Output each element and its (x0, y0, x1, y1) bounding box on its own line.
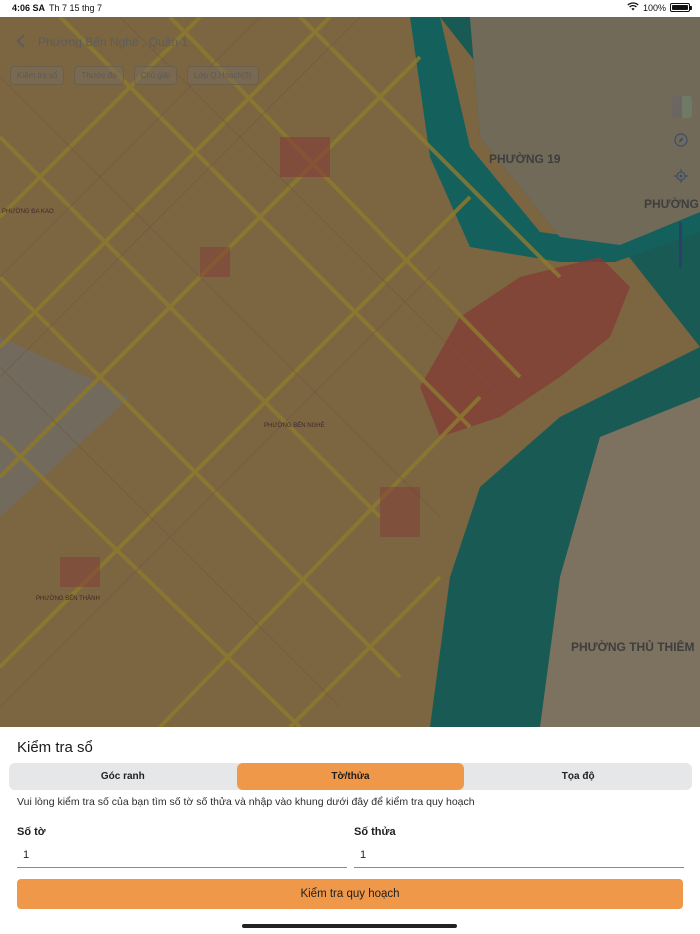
tab-goc-ranh[interactable]: Góc ranh (9, 763, 237, 790)
so-thua-input[interactable]: 1 (354, 846, 684, 868)
chip-chu-giai[interactable]: Chú giải (133, 66, 177, 85)
back-arrow-icon[interactable] (14, 33, 32, 51)
battery-percent: 100% (642, 2, 666, 13)
map-label-phuong-da-kao: PHƯỜNG ĐA KAO (2, 209, 54, 215)
so-to-input[interactable]: 1 (17, 846, 347, 868)
map-label-phuong-thu-thiem: PHƯỜNG THỦ THIÊM (571, 640, 695, 654)
chip-thuoc-do[interactable]: Thước đo (74, 66, 124, 85)
home-indicator (242, 924, 457, 928)
opacity-slider[interactable] (679, 222, 682, 268)
so-thua-label: Số thửa (354, 826, 396, 838)
map-label-phuong-19: PHƯỜNG 19 (489, 152, 561, 166)
wifi-icon (627, 2, 639, 13)
status-right: 100% (627, 2, 692, 13)
tab-to-thua[interactable]: Tờ/thửa (236, 763, 465, 790)
compass-icon[interactable] (674, 133, 688, 150)
check-planning-button[interactable]: Kiểm tra quy hoạch (17, 879, 683, 909)
map-dim-overlay (0, 17, 700, 727)
so-to-label: Số tờ (17, 826, 46, 838)
map-label-phuong-ben-nghe: PHƯỜNG BẾN NGHÉ (264, 423, 325, 429)
map-toolbar: Kiểm tra sổ Thước đo Chú giải Lớp Q.Hoạc… (10, 66, 259, 85)
status-time: 4:06 SA (12, 3, 46, 13)
instruction-text: Vui lòng kiểm tra số của bạn tìm số tờ s… (17, 796, 475, 808)
tab-toa-do[interactable]: Tọa độ (464, 763, 692, 790)
status-bar: 4:06 SA Th 7 15 thg 7 100% (0, 0, 700, 17)
map-header: Phường Bến Nghé , Quận 1 (0, 17, 700, 67)
locate-icon[interactable] (674, 169, 688, 186)
sheet-title: Kiểm tra sổ (17, 739, 93, 756)
status-date: Th 7 15 thg 7 (49, 3, 103, 13)
search-mode-tabs: Góc ranh Tờ/thửa Tọa độ (9, 763, 692, 790)
check-sheet: Kiểm tra sổ Góc ranh Tờ/thửa Tọa độ Vui … (0, 727, 700, 934)
battery-icon (670, 3, 692, 12)
planning-map[interactable] (0, 17, 700, 727)
layer-switch-icon[interactable] (672, 96, 692, 118)
chip-kiem-tra-so[interactable]: Kiểm tra sổ (10, 66, 65, 85)
map-title: Phường Bến Nghé , Quận 1 (38, 35, 188, 49)
map-side-tools (668, 70, 700, 280)
map-label-phuong-ben-thanh: PHƯỜNG BẾN THÀNH (36, 596, 100, 602)
chip-lop-quy-hoach[interactable]: Lớp Q.Hoạch(3) (186, 66, 259, 85)
